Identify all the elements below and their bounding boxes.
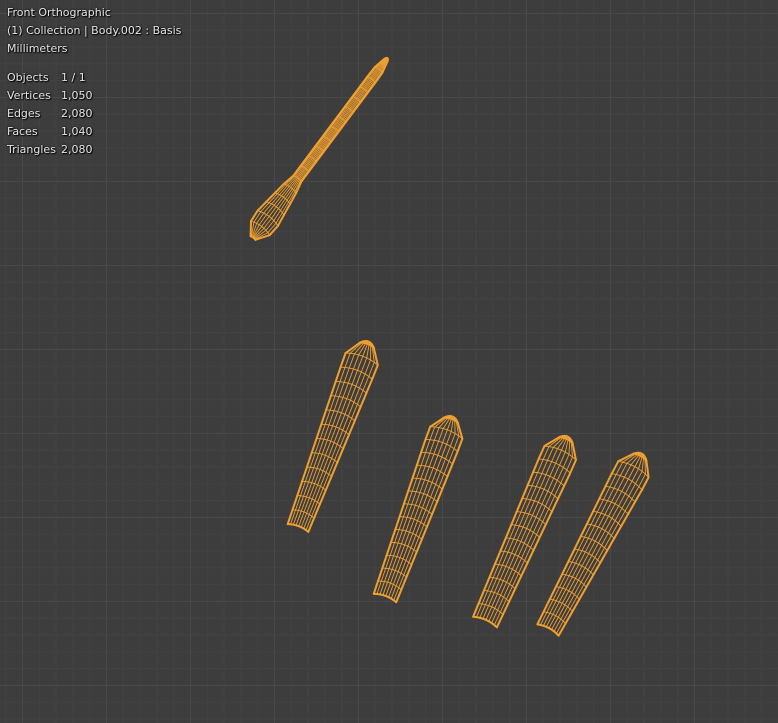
stat-label: Triangles	[7, 143, 56, 156]
stat-triangles: Triangles 2,080	[7, 141, 181, 159]
stat-value: 1,050	[61, 89, 93, 102]
pinky-finger-mesh[interactable]	[536, 451, 650, 637]
3d-viewport[interactable]: Front Orthographic (1) Collection | Body…	[0, 0, 778, 723]
stat-faces: Faces 1,040	[7, 123, 181, 141]
stat-value: 1,040	[61, 125, 93, 138]
stat-value: 2,080	[61, 143, 93, 156]
stat-value: 1 / 1	[61, 71, 86, 84]
view-name: Front Orthographic	[7, 6, 111, 19]
middle-finger-mesh[interactable]	[372, 415, 464, 604]
viewport-text-overlay: Front Orthographic (1) Collection | Body…	[7, 4, 181, 159]
thumb-mesh[interactable]	[249, 56, 389, 241]
stat-objects: Objects 1 / 1	[7, 69, 181, 87]
index-finger-mesh[interactable]	[286, 340, 379, 533]
stat-edges: Edges 2,080	[7, 105, 181, 123]
stat-value: 2,080	[61, 107, 93, 120]
unit-system: Millimeters	[7, 42, 68, 55]
stat-label: Objects	[7, 71, 49, 84]
stat-vertices: Vertices 1,050	[7, 87, 181, 105]
ring-finger-mesh[interactable]	[472, 434, 577, 629]
stat-label: Edges	[7, 107, 41, 120]
stat-label: Faces	[7, 125, 38, 138]
stat-label: Vertices	[7, 89, 51, 102]
scene-statistics: Objects 1 / 1 Vertices 1,050 Edges 2,080…	[7, 69, 181, 159]
collection-info: (1) Collection | Body.002 : Basis	[7, 24, 182, 37]
